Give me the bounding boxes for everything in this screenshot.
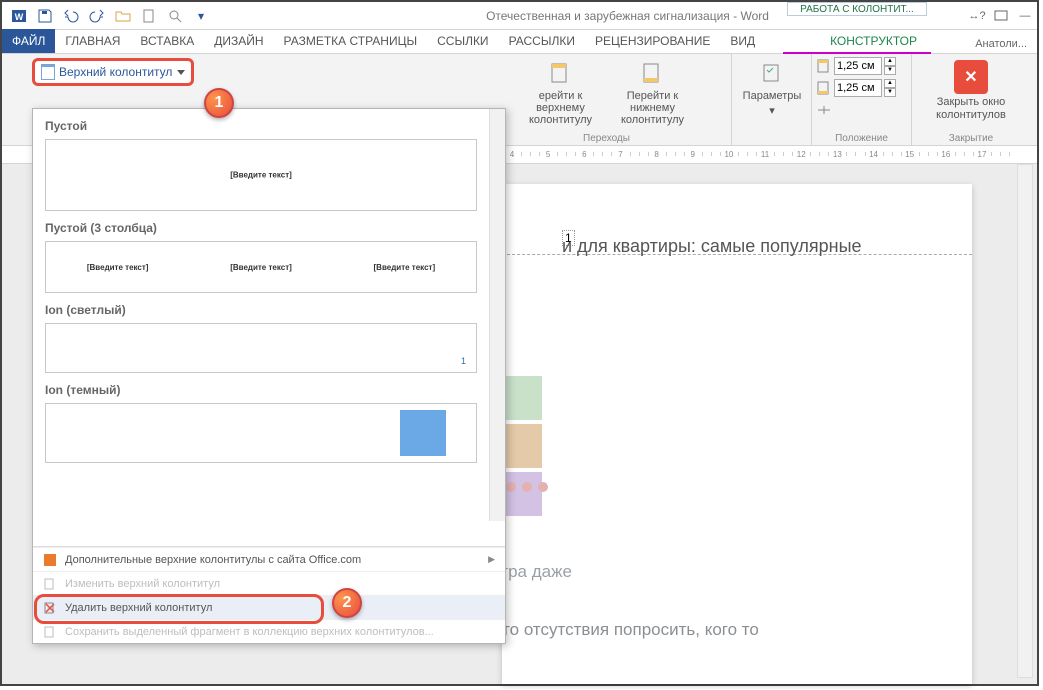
preview-icon[interactable] — [164, 5, 186, 27]
ruler-label: 7 — [618, 150, 622, 159]
ruler-label: 13 — [833, 150, 842, 159]
contextual-tab-title: РАБОТА С КОЛОНТИТ... — [787, 2, 927, 16]
header-position-input[interactable] — [834, 57, 882, 75]
tab-layout[interactable]: РАЗМЕТКА СТРАНИЦЫ — [274, 29, 428, 53]
title-bar: W ▾ Отечественная и зарубежная сигнализа… — [2, 2, 1037, 30]
gallery-item-ion-light[interactable]: 1 — [45, 323, 477, 373]
tab-insert[interactable]: ВСТАВКА — [130, 29, 204, 53]
word-app-icon[interactable]: W — [8, 5, 30, 27]
ruler-label: 4 — [510, 150, 514, 159]
ribbon-group-close: ✕ Закрыть окно колонтитулов Закрытие — [912, 54, 1030, 146]
go-to-header-button[interactable]: ерейти к верхнему колонтитулу — [516, 60, 606, 126]
ribbon-group-navigation: ерейти к верхнему колонтитулу Перейти к … — [482, 54, 732, 146]
tab-file[interactable]: ФАЙЛ — [2, 29, 55, 53]
tab-design[interactable]: ДИЗАЙН — [204, 29, 273, 53]
undo-icon[interactable] — [60, 5, 82, 27]
spin-down-icon[interactable]: ▼ — [884, 88, 896, 97]
header-page-icon — [41, 64, 55, 80]
gallery-more-office[interactable]: Дополнительные верхние колонтитулы с сай… — [33, 547, 505, 571]
gallery-section-empty: Пустой — [45, 119, 477, 133]
tab-constructor[interactable]: КОНСТРУКТОР — [820, 29, 927, 53]
chevron-down-icon — [177, 70, 185, 75]
document-image-dots — [506, 482, 548, 492]
footer-position-input[interactable] — [834, 79, 882, 97]
user-name[interactable]: Анатоли... — [975, 38, 1027, 50]
callout-2: 2 — [332, 588, 362, 618]
spin-up-icon[interactable]: ▲ — [884, 57, 896, 66]
office-icon — [43, 553, 57, 567]
nav-group-label: Переходы — [482, 133, 731, 144]
close-group-label: Закрытие — [912, 133, 1030, 144]
redo-icon[interactable] — [86, 5, 108, 27]
gallery-section-ion-light: Ion (светлый) — [45, 303, 477, 317]
ruler-label: 9 — [691, 150, 695, 159]
vertical-scrollbar[interactable] — [1017, 164, 1033, 678]
ruler-label: 10 — [724, 150, 733, 159]
save-selection-icon — [43, 625, 57, 639]
ruler-label: 15 — [905, 150, 914, 159]
ribbon-group-parameters: Параметры ▾ — [732, 54, 812, 146]
gallery-item-empty[interactable]: [Введите текст] — [45, 139, 477, 211]
chevron-right-icon: ▶ — [488, 554, 495, 565]
new-icon[interactable] — [138, 5, 160, 27]
gallery-item-ion-dark[interactable]: 1 — [45, 403, 477, 463]
document-image-strip — [504, 376, 542, 516]
open-icon[interactable] — [112, 5, 134, 27]
gallery-delete-header[interactable]: Удалить верхний колонтитул — [33, 595, 505, 619]
minimize-icon[interactable]: — — [1017, 8, 1033, 24]
qat-dropdown-icon[interactable]: ▾ — [190, 5, 212, 27]
header-button-label: Верхний колонтитул — [59, 65, 173, 79]
ruler-label: 16 — [941, 150, 950, 159]
ruler-label: 11 — [761, 150, 769, 159]
header-dropdown-button[interactable]: Верхний колонтитул — [32, 58, 194, 86]
header-gallery-dropdown: Пустой [Введите текст] Пустой (3 столбца… — [32, 108, 506, 644]
ribbon-display-icon[interactable] — [993, 8, 1009, 24]
spin-down-icon[interactable]: ▼ — [884, 66, 896, 75]
ribbon-group-position: ▲▼ ▲▼ Положение — [812, 54, 912, 146]
tab-home[interactable]: ГЛАВНАЯ — [55, 29, 130, 53]
tab-review[interactable]: РЕЦЕНЗИРОВАНИЕ — [585, 29, 720, 53]
close-x-icon: ✕ — [954, 60, 988, 94]
gallery-save-selection: Сохранить выделенный фрагмент в коллекци… — [33, 619, 505, 643]
callout-1: 1 — [204, 88, 234, 118]
ruler-label: 5 — [546, 150, 550, 159]
help-expand-icon[interactable]: ↔? — [969, 8, 985, 24]
tab-mailings[interactable]: РАССЫЛКИ — [499, 29, 585, 53]
footer-from-bottom-field[interactable]: ▲▼ — [816, 78, 907, 98]
document-title-fragment: и для квартиры: самые популярные — [562, 232, 942, 261]
parameters-label: Параметры — [743, 90, 802, 102]
delete-header-icon — [43, 601, 57, 615]
header-from-top-field[interactable]: ▲▼ — [816, 56, 907, 76]
svg-text:W: W — [15, 12, 24, 22]
edit-header-icon — [43, 577, 57, 591]
ruler-label: 17 — [978, 150, 987, 159]
insert-alignment-tab-button[interactable] — [816, 100, 907, 120]
go-to-header-label: ерейти к верхнему колонтитулу — [516, 90, 606, 126]
gallery-footer: Дополнительные верхние колонтитулы с сай… — [33, 546, 505, 643]
position-group-label: Положение — [812, 133, 911, 144]
save-icon[interactable] — [34, 5, 56, 27]
go-to-footer-label: Перейти к нижнему колонтитулу — [608, 90, 698, 126]
parameters-button[interactable]: Параметры ▾ — [732, 60, 812, 117]
tab-view[interactable]: ВИД — [720, 29, 765, 53]
gallery-section-ion-dark: Ion (темный) — [45, 383, 477, 397]
gallery-edit-header[interactable]: Изменить верхний колонтитул — [33, 571, 505, 595]
go-to-footer-button[interactable]: Перейти к нижнему колонтитулу — [608, 60, 698, 126]
ruler-label: 8 — [654, 150, 658, 159]
spin-up-icon[interactable]: ▲ — [884, 79, 896, 88]
ribbon-tabs: ФАЙЛ ГЛАВНАЯ ВСТАВКА ДИЗАЙН РАЗМЕТКА СТР… — [2, 30, 1037, 54]
ruler-label: 14 — [869, 150, 878, 159]
close-label: Закрыть окно колонтитулов — [912, 96, 1030, 122]
close-header-footer-button[interactable]: ✕ Закрыть окно колонтитулов — [912, 60, 1030, 122]
gallery-section-3col: Пустой (3 столбца) — [45, 221, 477, 235]
tab-references[interactable]: ССЫЛКИ — [427, 29, 498, 53]
gallery-scrollbar[interactable] — [489, 109, 505, 521]
ruler-label: 12 — [797, 150, 806, 159]
quick-access-toolbar: W ▾ — [2, 5, 218, 27]
ruler-label: 6 — [582, 150, 586, 159]
gallery-item-3columns[interactable]: [Введите текст] [Введите текст] [Введите… — [45, 241, 477, 293]
